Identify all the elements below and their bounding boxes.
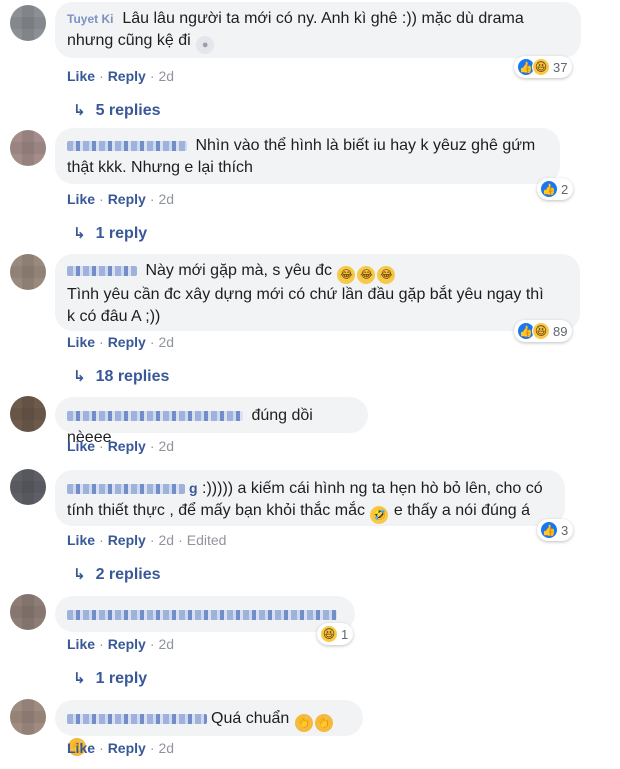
comment-text: Nhìn vào thể hình là biết iu hay k yêuz … — [195, 137, 536, 154]
reaction-count: 3 — [561, 522, 569, 538]
clap-emoji: 👏 — [294, 714, 313, 732]
reply-arrow-icon: ↳ — [73, 368, 86, 385]
reaction-summary[interactable]: 😆 1 — [317, 623, 354, 645]
replies-count-label: 1 reply — [95, 225, 148, 242]
avatar[interactable] — [10, 130, 46, 166]
like-link[interactable]: Like — [67, 68, 95, 84]
comment-bubble: Quá chuẩn 👏 👏👏 — [55, 700, 363, 756]
timestamp[interactable]: 2d — [158, 68, 174, 84]
comment-actions: Like · Reply · 2d — [67, 334, 175, 350]
comment-text: e thấy a nói đúng á — [393, 502, 530, 519]
like-link[interactable]: Like — [67, 740, 95, 756]
reply-arrow-icon: ↳ — [73, 566, 86, 583]
avatar[interactable] — [10, 699, 46, 735]
view-replies-link[interactable]: ↳ 5 replies — [73, 101, 161, 121]
comment-text: nhưng cũng kệ đi — [67, 32, 191, 49]
comment-actions: Like · Reply · 2d — [67, 438, 175, 454]
comment-actions: Like · Reply · 2d — [67, 68, 175, 84]
reply-link[interactable]: Reply — [108, 438, 146, 454]
comment-text: Này mới gặp mà, s yêu đc — [145, 262, 333, 279]
comment-bubble: g :))))) a kiếm cái hình ng ta hẹn hò bỏ… — [55, 470, 565, 526]
comment-actions: Like · Reply · 2d — [67, 636, 175, 652]
commenter-name[interactable] — [67, 410, 243, 421]
like-link[interactable]: Like — [67, 438, 95, 454]
commenter-name[interactable] — [67, 265, 137, 276]
timestamp[interactable]: 2d — [158, 191, 174, 207]
avatar[interactable] — [10, 254, 46, 290]
reaction-count: 89 — [553, 323, 568, 339]
commenter-name[interactable] — [67, 609, 337, 620]
comment-text: thật kkk. Nhưng e lại thích — [67, 159, 253, 176]
like-link[interactable]: Like — [67, 636, 95, 652]
comment-actions: Like · Reply · 2d — [67, 740, 175, 756]
reply-link[interactable]: Reply — [108, 191, 146, 207]
reaction-summary[interactable]: 👍 3 — [537, 519, 574, 541]
comment-actions: Like · Reply · 2d — [67, 191, 175, 207]
comment-bubble: Tuyet Ki Lâu lâu người ta mới có ny. Anh… — [55, 2, 581, 58]
comment-text: tính thiết thực , để mấy bạn khỏi thắc m… — [67, 502, 365, 519]
reaction-summary[interactable]: 👍 2 — [537, 178, 574, 200]
haha-icon: 😆 — [532, 322, 550, 340]
timestamp[interactable]: 2d — [158, 740, 174, 756]
edited-label[interactable]: Edited — [187, 532, 227, 548]
replies-count-label: 5 replies — [95, 102, 161, 119]
reaction-count: 1 — [341, 626, 349, 642]
comment-bubble: đúng dồi nèeee — [55, 397, 368, 446]
comment-text: :))))) a kiếm cái hình ng ta hẹn hò bỏ l… — [202, 480, 543, 497]
laugh-emoji: 😂 — [337, 266, 356, 284]
reply-link[interactable]: Reply — [108, 636, 146, 652]
reaction-summary[interactable]: 👍 😆 89 — [514, 320, 573, 342]
reply-link[interactable]: Reply — [108, 334, 146, 350]
reply-link[interactable]: Reply — [108, 532, 146, 548]
timestamp[interactable]: 2d — [158, 438, 174, 454]
laugh-emoji: 😂 — [357, 266, 376, 284]
reply-arrow-icon: ↳ — [73, 225, 86, 242]
comment-text: k có đâu A ;)) — [67, 308, 161, 325]
comment-text: Lâu lâu người ta mới có ny. Anh kì ghê :… — [122, 10, 524, 27]
view-replies-link[interactable]: ↳ 18 replies — [73, 367, 169, 387]
timestamp[interactable]: 2d — [158, 532, 174, 548]
replies-count-label: 2 replies — [95, 566, 161, 583]
reply-arrow-icon: ↳ — [73, 670, 86, 687]
comment-text: Tình yêu cần đc xây dựng mới có chứ lần … — [67, 286, 544, 303]
view-replies-link[interactable]: ↳ 2 replies — [73, 565, 161, 585]
comment-bubble: Này mới gặp mà, s yêu đc 😂 😂 😂 Tình yêu cầ… — [55, 254, 580, 331]
clap-emoji: 👏 — [314, 714, 333, 732]
laugh-emoji: 😂 — [377, 266, 396, 284]
commenter-name[interactable] — [67, 483, 185, 494]
comment-actions: Like · Reply · 2d · Edited — [67, 532, 227, 548]
comment-bubble — [55, 596, 355, 632]
comment-bubble: Nhìn vào thể hình là biết iu hay k yêuz … — [55, 128, 560, 184]
commenter-name-tail[interactable]: g — [189, 480, 198, 496]
view-replies-link[interactable]: ↳ 1 reply — [73, 669, 147, 689]
reaction-count: 37 — [553, 59, 568, 75]
reaction-count: 2 — [561, 181, 569, 197]
commenter-name[interactable] — [67, 140, 187, 151]
like-link[interactable]: Like — [67, 191, 95, 207]
reply-arrow-icon: ↳ — [73, 102, 86, 119]
replies-count-label: 1 reply — [95, 670, 148, 687]
view-replies-link[interactable]: ↳ 1 reply — [73, 224, 147, 244]
like-icon: 👍 — [540, 521, 558, 539]
reply-link[interactable]: Reply — [108, 740, 146, 756]
replies-count-label: 18 replies — [95, 368, 170, 385]
commenter-name[interactable] — [67, 713, 207, 724]
reaction-summary[interactable]: 👍 😆 37 — [514, 56, 573, 78]
comment-text: Quá chuẩn — [211, 710, 290, 727]
avatar[interactable] — [10, 5, 46, 41]
moon-emoji: ● — [196, 36, 215, 54]
like-link[interactable]: Like — [67, 334, 95, 350]
avatar[interactable] — [10, 594, 46, 630]
like-icon: 👍 — [540, 180, 558, 198]
commenter-name[interactable]: Tuyet Ki — [67, 12, 113, 26]
avatar[interactable] — [10, 469, 46, 505]
avatar[interactable] — [10, 396, 46, 432]
reply-link[interactable]: Reply — [108, 68, 146, 84]
haha-icon: 😆 — [320, 625, 338, 643]
timestamp[interactable]: 2d — [158, 334, 174, 350]
haha-icon: 😆 — [532, 58, 550, 76]
timestamp[interactable]: 2d — [158, 636, 174, 652]
rofl-emoji: 🤣 — [370, 506, 389, 524]
like-link[interactable]: Like — [67, 532, 95, 548]
